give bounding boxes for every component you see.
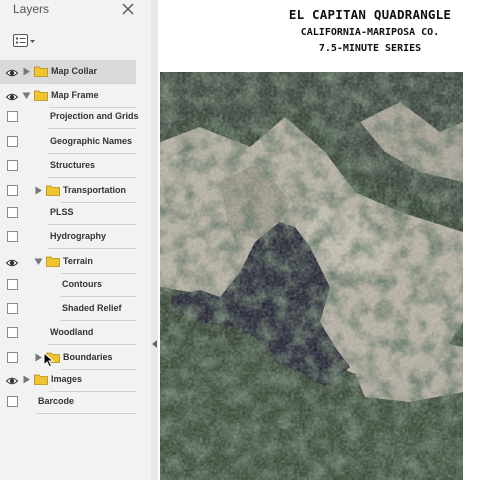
checkbox-icon[interactable] (7, 111, 18, 122)
expand-arrow-icon[interactable] (22, 67, 31, 76)
layer-label: Barcode (38, 396, 75, 406)
checkbox-icon[interactable] (7, 160, 18, 171)
aerial-imagery[interactable] (160, 72, 463, 480)
panel-title: Layers (13, 2, 50, 16)
layer-options-button[interactable] (12, 33, 38, 49)
layer-label: Contours (62, 279, 102, 289)
collapse-panel-arrow-icon[interactable] (152, 340, 158, 348)
row-divider (48, 344, 136, 345)
map-title-block: EL CAPITAN QUADRANGLE CALIFORNIA-MARIPOS… (232, 6, 488, 57)
checkbox-icon[interactable] (7, 136, 18, 147)
layer-label: Projection and Grids (50, 111, 139, 121)
checkbox-icon[interactable] (7, 279, 18, 290)
eye-glyph (5, 377, 19, 385)
layer-label: Boundaries (63, 352, 113, 362)
panel-header: Layers (0, 0, 151, 24)
layer-label: Images (51, 374, 83, 384)
row-divider (36, 413, 136, 414)
list-options-icon (13, 34, 35, 47)
layers-panel: Layers Map Collar Map Frame Projection and… (0, 0, 151, 480)
expand-arrow-icon[interactable] (34, 353, 43, 362)
collapse-arrow-icon[interactable] (34, 257, 43, 266)
layer-row[interactable]: Contours (0, 273, 136, 297)
collapse-arrow-icon[interactable] (22, 91, 31, 100)
layer-row[interactable]: Barcode (0, 390, 136, 414)
layer-row[interactable]: Geographic Names (0, 130, 136, 154)
row-divider (48, 128, 136, 129)
layer-label: PLSS (50, 207, 74, 217)
layer-row[interactable]: Woodland (0, 321, 136, 345)
layer-row[interactable]: Images (0, 368, 136, 392)
layer-label: Structures (50, 160, 96, 170)
layer-row[interactable]: Map Collar (0, 60, 136, 84)
layer-row[interactable]: Terrain (0, 250, 136, 274)
mouse-pointer-icon (43, 352, 55, 368)
eye-glyph (5, 93, 19, 101)
checkbox-icon[interactable] (7, 352, 18, 363)
layer-label: Geographic Names (50, 136, 133, 146)
expand-arrow-icon[interactable] (22, 375, 31, 384)
checkbox-icon[interactable] (7, 207, 18, 218)
map-series: 7.5-MINUTE SERIES (318, 43, 422, 54)
layer-label: Transportation (63, 185, 127, 195)
eye-glyph (5, 259, 19, 267)
checkbox-icon[interactable] (7, 327, 18, 338)
eye-icon[interactable] (5, 374, 19, 386)
folder-icon (46, 256, 60, 267)
folder-icon (34, 66, 48, 77)
eye-glyph (5, 69, 19, 77)
checkbox-icon[interactable] (7, 185, 18, 196)
folder-icon (34, 374, 48, 385)
expand-arrow-icon[interactable] (34, 186, 43, 195)
checkbox-icon[interactable] (7, 303, 18, 314)
layer-row[interactable]: Shaded Relief (0, 297, 136, 321)
layer-row[interactable]: PLSS (0, 201, 136, 225)
map-subtitle: CALIFORNIA-MARIPOSA CO. (300, 27, 440, 38)
layer-label: Hydrography (50, 231, 107, 241)
close-icon[interactable] (121, 2, 135, 16)
checkbox-icon[interactable] (7, 231, 18, 242)
row-divider (48, 177, 136, 178)
eye-icon[interactable] (5, 66, 19, 78)
layer-label: Shaded Relief (62, 303, 122, 313)
panel-scrollbar[interactable] (151, 0, 158, 480)
folder-icon (46, 185, 60, 196)
eye-icon[interactable] (5, 256, 19, 268)
layer-row[interactable]: Projection and Grids (0, 105, 139, 129)
layer-label: Woodland (50, 327, 94, 337)
layer-row[interactable]: Hydrography (0, 225, 136, 249)
layer-row[interactable]: Structures (0, 154, 136, 178)
layer-row[interactable]: Boundaries (0, 346, 136, 370)
layer-label: Map Collar (51, 66, 98, 76)
layer-row[interactable]: Transportation (0, 179, 136, 203)
layer-label: Terrain (63, 256, 93, 266)
layer-label: Map Frame (51, 90, 99, 100)
checkbox-icon[interactable] (7, 396, 18, 407)
folder-icon (34, 90, 48, 101)
row-divider (48, 248, 136, 249)
eye-icon[interactable] (5, 90, 19, 102)
map-title: EL CAPITAN QUADRANGLE (288, 7, 452, 22)
